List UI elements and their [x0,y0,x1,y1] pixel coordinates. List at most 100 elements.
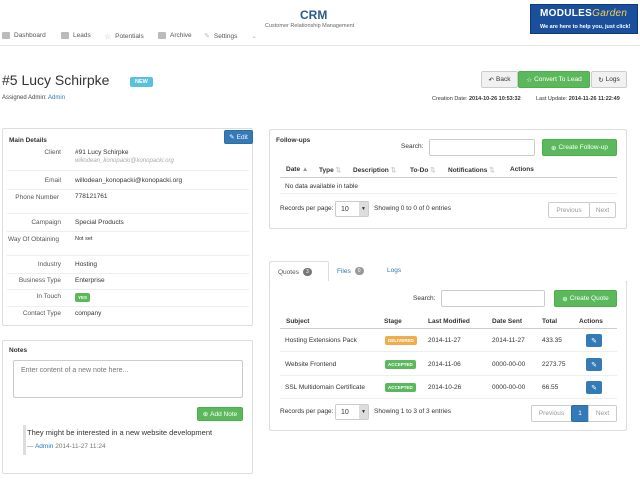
nav-leads-label: Leads [73,32,91,39]
tag-icon [61,32,69,39]
admin-link[interactable]: Admin [48,95,65,101]
main-details-panel: Main Details ✎ Edit Client #91 Lucy Schir… [2,128,253,326]
followups-panel: Follow-ups Search: ⊕ Create Follow-up Dat… [269,129,627,229]
files-count: 0 [354,267,364,275]
nav-archive[interactable]: Archive [158,32,192,39]
quotes-next-button[interactable]: Next [588,405,617,422]
quotes-count: 3 [302,268,312,276]
edit-quote-icon[interactable]: ✎ [586,358,602,371]
star-icon: ☆ [104,32,112,41]
chevron-down-icon: ▼ [359,202,368,216]
plus-icon: ⊕ [202,411,209,418]
quotes-page-1[interactable]: 1 [571,405,589,422]
followups-search-input[interactable] [429,139,535,156]
sort-icon: ⇅ [489,167,495,174]
col-subject[interactable]: Subject [286,318,309,325]
followups-title: Follow-ups [276,137,311,144]
client-link[interactable]: #91 Lucy Schirpke [75,149,128,156]
edit-quote-icon[interactable]: ✎ [586,381,602,394]
col-last-modified[interactable]: Last Modified [428,318,470,325]
nav-dashboard-label: Dashboard [14,32,46,39]
nav-settings-label: Settings [213,32,238,40]
back-arrow-icon: ↶ [488,76,494,84]
stage-badge: DELIVERED [385,336,417,345]
archive-icon [158,32,166,39]
page-title: #5 Lucy Schirpke [2,72,110,88]
stage-badge: ACCEPTED [385,383,416,392]
stage-badge: ACCEPTED [385,360,416,369]
col-total[interactable]: Total [542,318,557,325]
quotes-per-page-label: Records per page: [280,408,334,415]
col-date-sent[interactable]: Date Sent [492,318,522,325]
col-actions: Actions [510,166,534,173]
logs-button[interactable]: ↻ Logs [591,71,627,88]
quotes-search-label: Search: [413,295,436,302]
edit-quote-icon[interactable]: ✎ [586,334,602,347]
followups-prev-button[interactable]: Previous [548,202,590,218]
quotes-per-page-select[interactable]: 10 ▼ [335,404,369,420]
wrench-icon: ✎ [204,33,210,40]
logo-tagline: We are here to help you, just click! [540,24,631,30]
add-note-button[interactable]: ⊕ Add Note [197,407,243,421]
nav-potentials[interactable]: ☆ Potentials [104,32,144,41]
sort-asc-icon: ▲ [301,166,309,173]
create-quote-button[interactable]: ⊕ Create Quote [554,290,617,307]
followups-empty: No data available in table [285,183,358,190]
sort-icon: ⇅ [430,167,436,174]
logo-text: MODULESGarden [540,8,628,19]
tab-files[interactable]: Files 0 [337,267,364,275]
col-notifications[interactable]: Notifications ⇅ [448,166,495,174]
sort-icon: ⇅ [390,167,397,174]
notes-title: Notes [9,347,28,354]
note-author[interactable]: Admin [35,443,53,450]
creation-date: Creation Date: 2014-10-26 10:53:32 [432,96,521,102]
col-todo[interactable]: To-Do ⇅ [410,166,436,174]
col-actions: Actions [579,318,603,325]
col-date[interactable]: Date ▲ [286,166,308,173]
main-details-title: Main Details [9,137,47,144]
sort-icon: ⇅ [335,167,341,174]
modulesgarden-logo[interactable]: MODULESGarden We are here to help you, j… [530,4,638,34]
quotes-panel: Search: ⊕ Create Quote Subject Stage Last… [269,281,627,431]
note-text: They might be interested in a new websit… [27,428,213,437]
chevron-down-icon: ▼ [359,405,368,419]
col-stage[interactable]: Stage [384,318,402,325]
in-touch-badge: YES [75,293,91,302]
tab-logs[interactable]: Logs [387,267,401,274]
note-placeholder: Enter content of a new note here... [21,367,129,374]
followups-next-button[interactable]: Next [589,202,616,218]
nav-potentials-label: Potentials [115,33,144,40]
chevron-down-icon: ⌄ [251,33,257,40]
quotes-search-input[interactable] [441,290,545,307]
nav-settings[interactable]: ✎ Settings ⌄ [204,32,257,41]
logs-icon: ↻ [598,76,604,84]
followups-showing: Showing 0 to 0 of 0 entries [374,205,451,212]
assigned-admin: Assigned Admin: Admin [2,95,66,101]
followups-search-label: Search: [401,143,424,150]
col-type[interactable]: Type ⇅ [319,166,341,174]
col-description[interactable]: Description ⇅ [353,166,396,174]
chart-icon [2,32,10,39]
nav-dashboard[interactable]: Dashboard [2,32,46,39]
quotes-showing: Showing 1 to 3 of 3 entries [374,408,451,415]
app-title: CRM [300,8,328,22]
create-followup-button[interactable]: ⊕ Create Follow-up [542,139,617,156]
followups-per-page-select[interactable]: 10 ▼ [335,201,369,217]
plus-icon: ⊕ [551,144,557,152]
tab-quotes[interactable]: Quotes 3 [269,261,329,282]
client-email: willodean_konopacki@konopacki.org [75,158,174,164]
back-button[interactable]: ↶ Back [481,71,518,88]
notes-panel: Notes Enter content of a new note here..… [2,340,253,474]
last-update: Last Update: 2014-11-26 11:22:49 [536,96,620,102]
note-meta: — Admin 2014-11-27 11:24 [27,443,106,450]
edit-icon: ✎ [229,134,235,141]
note-textarea[interactable]: Enter content of a new note here... [13,360,243,398]
quotes-prev-button[interactable]: Previous [531,405,572,422]
status-badge: NEW [130,77,153,87]
nav-leads[interactable]: Leads [61,32,91,39]
convert-to-lead-button[interactable]: ☆ Convert To Lead [518,71,590,88]
plus-icon: ⊕ [562,295,568,303]
app-subtitle: Customer Relationship Management [265,23,355,29]
followups-per-page-label: Records per page: [280,205,334,212]
edit-button[interactable]: ✎ Edit [224,130,253,144]
